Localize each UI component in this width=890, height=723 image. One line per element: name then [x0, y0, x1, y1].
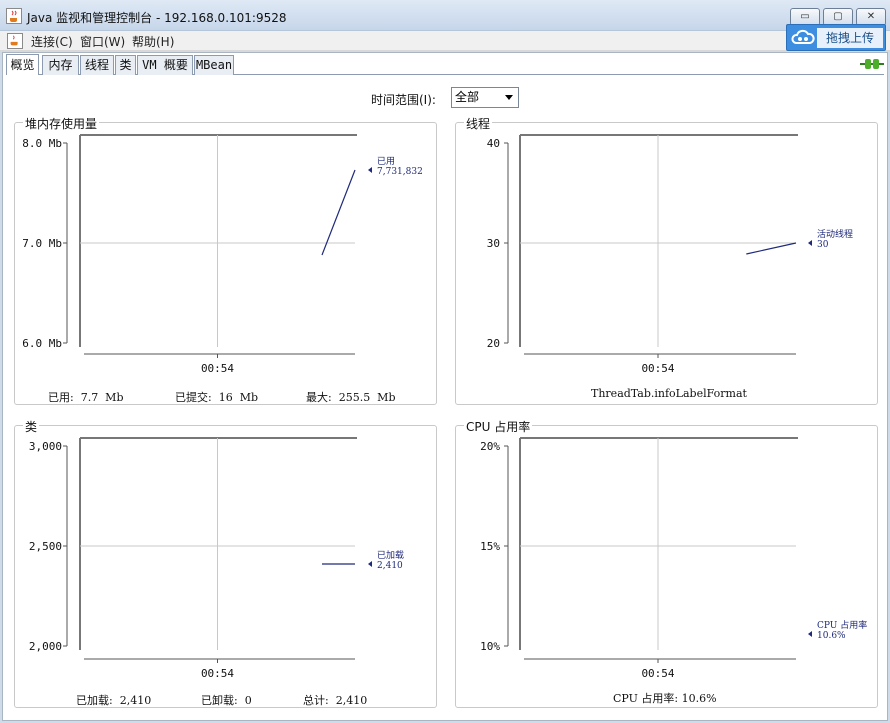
threads-ytick-label: 40 — [487, 137, 500, 150]
heap-max-summary: 最大: 255.5 Mb — [306, 391, 396, 404]
threads-summary: ThreadTab.infoLabelFormat — [591, 387, 747, 400]
threads-value-marker — [808, 240, 812, 246]
heap-ytick-label: 7.0 Mb — [22, 237, 62, 250]
classes-xtick-label: 00:54 — [201, 667, 234, 680]
threads-ytick-label: 20 — [487, 337, 500, 350]
heap-value-marker — [368, 167, 372, 173]
classes-loaded-summary: 已加载: 2,410 — [76, 694, 152, 707]
classes-ytick-label: 2,500 — [29, 540, 62, 553]
threads-series-value: 30 — [817, 240, 829, 250]
heap-committed-summary: 已提交: 16 Mb — [175, 391, 258, 404]
cpu-xtick-label: 00:54 — [641, 667, 674, 680]
cpu-value-marker — [808, 631, 812, 637]
threads-series-name: 活动线程 — [817, 228, 853, 240]
heap-xtick-label: 00:54 — [201, 362, 234, 375]
classes-unloaded-summary: 已卸载: 0 — [201, 694, 252, 707]
classes-series-value: 2,410 — [377, 561, 403, 571]
cpu-ytick-label: 15% — [480, 540, 500, 553]
threads-ytick-label: 30 — [487, 237, 500, 250]
threads-xtick-label: 00:54 — [641, 362, 674, 375]
cpu-summary: CPU 占用率: 10.6% — [613, 692, 717, 705]
classes-series-name: 已加载 — [377, 549, 404, 561]
cpu-ytick-label: 20% — [480, 440, 500, 453]
classes-value-marker — [368, 561, 372, 567]
classes-ytick-label: 3,000 — [29, 440, 62, 453]
heap-series-name: 已用 — [377, 156, 395, 167]
classes-total-summary: 总计: 2,410 — [303, 694, 368, 707]
charts-layer: 8.0 Mb 7.0 Mb 6.0 Mb 00:54 已用7,731,832 40 30 20… — [22, 134, 867, 680]
heap-used-summary: 已用: 7.7 Mb — [48, 391, 124, 404]
heap-ytick-label: 6.0 Mb — [22, 337, 62, 350]
heap-series-value: 7,731,832 — [377, 167, 423, 177]
cpu-series-value: 10.6% — [817, 631, 846, 641]
heap-ytick-label: 8.0 Mb — [22, 137, 62, 150]
cpu-series-name: CPU 占用率 — [817, 619, 867, 631]
cpu-ytick-label: 10% — [480, 640, 500, 653]
classes-ytick-label: 2,000 — [29, 640, 62, 653]
